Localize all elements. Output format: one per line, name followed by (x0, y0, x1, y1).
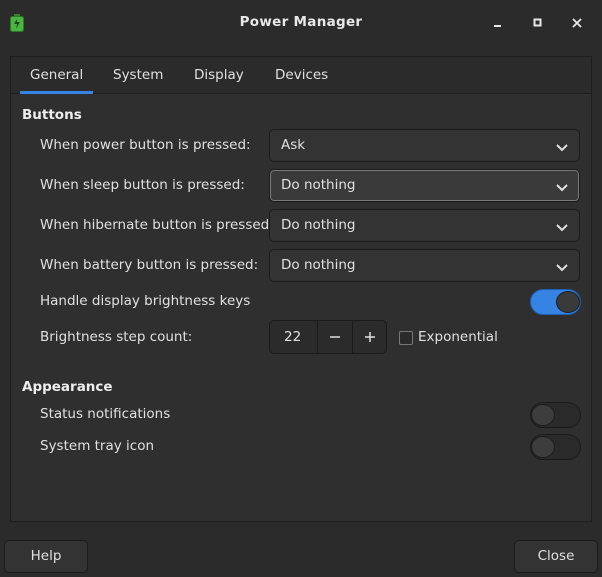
battery-button-label: When battery button is pressed: (40, 257, 259, 273)
chevron-down-icon (556, 224, 568, 232)
power-button-label: When power button is pressed: (40, 137, 251, 153)
appearance-section-title: Appearance (22, 379, 113, 395)
hibernate-button-value: Do nothing (281, 217, 356, 233)
tab-display[interactable]: Display (184, 57, 254, 94)
tab-system[interactable]: System (103, 57, 173, 94)
tray-icon-label: System tray icon (40, 438, 155, 454)
power-button-combo[interactable]: Ask (269, 129, 580, 162)
brightness-keys-switch[interactable] (530, 289, 581, 315)
minimize-icon (494, 25, 501, 27)
tray-icon-switch[interactable] (530, 434, 581, 460)
maximize-button[interactable] (527, 13, 549, 33)
switch-knob (556, 291, 580, 313)
plus-icon (365, 332, 375, 342)
switch-knob (531, 404, 555, 426)
minus-icon (330, 336, 340, 338)
status-notifications-label: Status notifications (40, 406, 171, 422)
tab-devices[interactable]: Devices (265, 57, 338, 94)
brightness-step-value[interactable]: 22 (270, 321, 317, 353)
close-window-button[interactable] (566, 13, 588, 33)
close-icon (572, 18, 582, 28)
tab-bar: General System Display Devices (11, 57, 591, 94)
sleep-button-combo[interactable]: Do nothing (269, 169, 580, 202)
decrement-button[interactable] (317, 321, 352, 353)
battery-button-value: Do nothing (281, 257, 356, 273)
chevron-down-icon (556, 264, 568, 272)
minimize-button[interactable] (487, 13, 509, 33)
status-notifications-switch[interactable] (530, 402, 581, 428)
exponential-label: Exponential (418, 329, 498, 345)
switch-knob (531, 436, 555, 458)
sleep-button-label: When sleep button is pressed: (40, 177, 245, 193)
hibernate-button-combo[interactable]: Do nothing (269, 209, 580, 242)
increment-button[interactable] (352, 321, 387, 353)
power-button-value: Ask (281, 137, 306, 153)
brightness-step-spinner[interactable]: 22 (269, 320, 387, 354)
chevron-down-icon (556, 144, 568, 152)
settings-notebook: General System Display Devices Buttons W… (10, 56, 592, 522)
battery-button-combo[interactable]: Do nothing (269, 249, 580, 282)
buttons-section-title: Buttons (22, 107, 82, 123)
chevron-down-icon (556, 184, 568, 192)
window-title: Power Manager (239, 14, 363, 30)
tab-general[interactable]: General (20, 57, 94, 94)
maximize-icon (533, 18, 542, 27)
hibernate-button-label: When hibernate button is pressed: (40, 217, 274, 233)
help-button[interactable]: Help (4, 540, 88, 573)
brightness-keys-label: Handle display brightness keys (40, 293, 251, 309)
sleep-button-value: Do nothing (281, 177, 356, 193)
exponential-checkbox[interactable] (399, 331, 413, 345)
title-bar: Power Manager (0, 0, 602, 46)
brightness-step-label: Brightness step count: (40, 329, 193, 345)
close-button[interactable]: Close (514, 540, 598, 573)
